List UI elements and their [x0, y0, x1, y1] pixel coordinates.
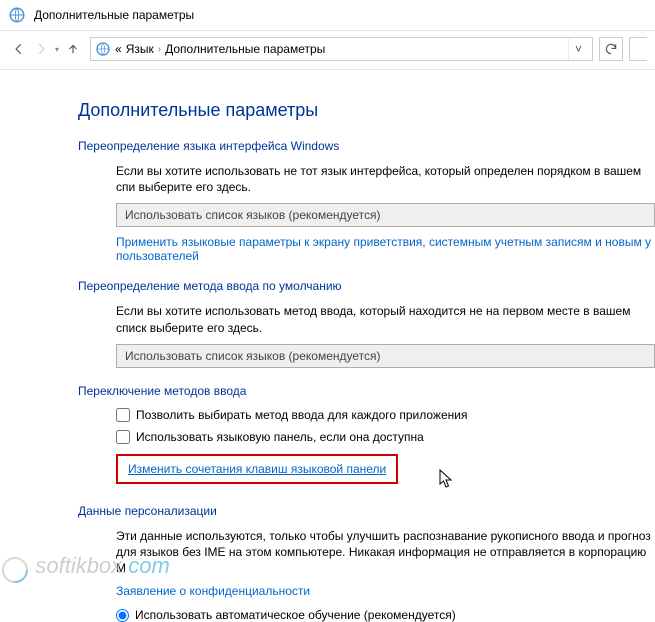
forward-button[interactable]	[30, 38, 52, 60]
back-button[interactable]	[8, 38, 30, 60]
refresh-button[interactable]	[599, 37, 623, 61]
section-switch-input: Переключение методов ввода Позволить выб…	[78, 384, 655, 488]
section-description: Если вы хотите использовать метод ввода,…	[116, 303, 655, 335]
section-heading: Переопределение метода ввода по умолчани…	[78, 279, 655, 293]
section-description: Если вы хотите использовать не тот язык …	[116, 163, 655, 195]
section-heading: Переопределение языка интерфейса Windows	[78, 139, 655, 153]
input-method-combo[interactable]: Использовать список языков (рекомендуетс…	[116, 344, 655, 368]
section-description: Эти данные используются, только чтобы ул…	[116, 528, 655, 577]
combo-value: Использовать список языков (рекомендуетс…	[125, 208, 381, 222]
display-language-combo[interactable]: Использовать список языков (рекомендуетс…	[116, 203, 655, 227]
titlebar: Дополнительные параметры	[0, 0, 655, 31]
breadcrumb-language[interactable]: Язык	[126, 42, 154, 56]
section-display-language: Переопределение языка интерфейса Windows…	[78, 139, 655, 263]
privacy-statement-link[interactable]: Заявление о конфиденциальности	[116, 584, 310, 598]
address-dropdown-icon[interactable]: ˅	[568, 38, 588, 60]
search-box[interactable]	[629, 37, 647, 61]
page-title: Дополнительные параметры	[78, 100, 655, 121]
auto-learning-radio[interactable]	[116, 609, 129, 622]
highlight-annotation: Изменить сочетания клавиш языковой панел…	[116, 454, 398, 484]
apply-settings-link[interactable]: Применить языковые параметры к экрану пр…	[116, 235, 651, 263]
section-heading: Данные персонализации	[78, 504, 655, 518]
history-dropdown-icon[interactable]: ▾	[52, 45, 62, 54]
per-app-input-checkbox[interactable]	[116, 408, 130, 422]
language-bar-checkbox[interactable]	[116, 430, 130, 444]
checkbox-label: Использовать языковую панель, если она д…	[136, 430, 424, 444]
language-settings-icon	[95, 41, 111, 57]
address-bar[interactable]: « Язык › Дополнительные параметры ˅	[90, 37, 593, 61]
window-title: Дополнительные параметры	[34, 8, 194, 22]
radio-label: Использовать автоматическое обучение (ре…	[135, 608, 456, 622]
change-hotkeys-link[interactable]: Изменить сочетания клавиш языковой панел…	[128, 462, 386, 476]
language-settings-icon	[8, 6, 26, 24]
breadcrumb-prefix: «	[115, 42, 122, 56]
navbar: ▾ « Язык › Дополнительные параметры ˅	[0, 31, 655, 70]
content-pane: Дополнительные параметры Переопределение…	[0, 70, 655, 622]
cursor-icon	[438, 468, 456, 493]
chevron-right-icon: ›	[154, 44, 165, 55]
combo-value: Использовать список языков (рекомендуетс…	[125, 349, 381, 363]
checkbox-label: Позволить выбирать метод ввода для каждо…	[136, 408, 467, 422]
breadcrumb-advanced[interactable]: Дополнительные параметры	[165, 42, 325, 56]
section-heading: Переключение методов ввода	[78, 384, 655, 398]
section-input-method: Переопределение метода ввода по умолчани…	[78, 279, 655, 367]
up-button[interactable]	[62, 38, 84, 60]
section-personalization: Данные персонализации Эти данные использ…	[78, 504, 655, 622]
